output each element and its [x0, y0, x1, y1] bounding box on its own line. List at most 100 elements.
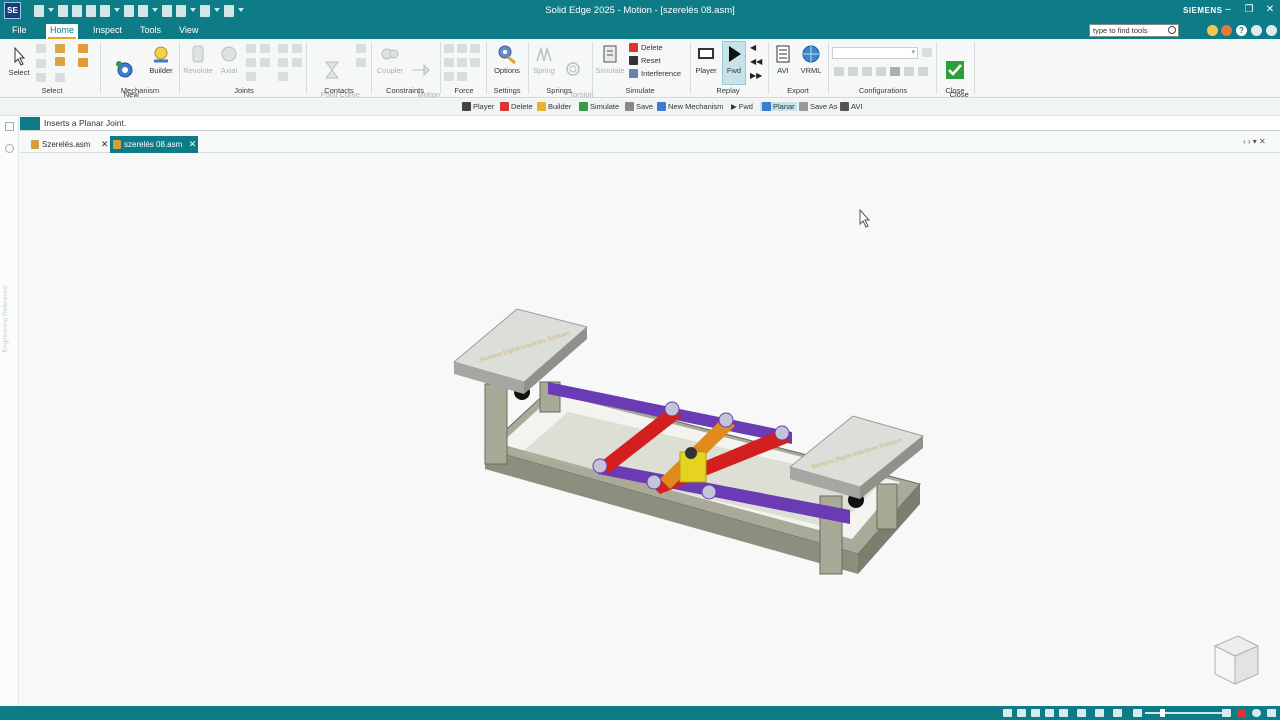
shading-icon[interactable]: [1077, 709, 1086, 717]
graphics-viewport[interactable]: Siemens Digital Industries Software Siem…: [20, 154, 1280, 706]
configuration-select[interactable]: ▾: [832, 47, 918, 59]
cmd-planar[interactable]: Planar: [760, 102, 797, 111]
interference-button[interactable]: Interference: [629, 69, 681, 78]
force-icon[interactable]: [457, 58, 467, 67]
fit-view-icon[interactable]: [1003, 709, 1012, 717]
config-action-icon[interactable]: [890, 67, 900, 76]
config-action-icon[interactable]: [904, 67, 914, 76]
display-icon[interactable]: [1095, 709, 1104, 717]
gear-icon[interactable]: [1266, 25, 1277, 36]
engineering-reference-tab[interactable]: Engineering Reference: [2, 286, 9, 353]
joint-type-icon[interactable]: [278, 72, 288, 81]
cmd-player[interactable]: Player: [462, 102, 494, 111]
joint-type-icon[interactable]: [292, 44, 302, 53]
search-input[interactable]: type to find tools: [1089, 24, 1179, 37]
view-orient-icon[interactable]: [1059, 709, 1068, 717]
fast-forward-icon[interactable]: ▶▶: [750, 71, 762, 80]
help-icon[interactable]: ?: [1236, 25, 1247, 36]
menu-tools[interactable]: Tools: [140, 25, 161, 35]
cmd-builder[interactable]: Builder: [537, 102, 571, 111]
config-action-icon[interactable]: [922, 48, 932, 57]
part-icon[interactable]: [78, 58, 88, 67]
zoom-slider-track[interactable]: [1145, 712, 1225, 714]
zoom-slider-thumb[interactable]: [1160, 709, 1165, 717]
tab-close-icon[interactable]: ✕: [101, 139, 109, 150]
pan-icon[interactable]: [1031, 709, 1040, 717]
record-icon[interactable]: [1237, 709, 1246, 717]
pane-toggle-icon[interactable]: [5, 122, 14, 131]
config-action-icon[interactable]: [848, 67, 858, 76]
tab-close-icon[interactable]: ✕: [189, 139, 197, 150]
tab-szereles-08-asm[interactable]: szerelés 08.asm ✕: [110, 136, 199, 153]
smiley-sad-icon[interactable]: [1221, 25, 1232, 36]
status-icon[interactable]: [1267, 709, 1276, 717]
pathfinder-icon[interactable]: [5, 144, 14, 153]
avi-button[interactable]: AVI: [772, 43, 794, 75]
cmd-simulate[interactable]: Simulate: [579, 102, 619, 111]
step-back-icon[interactable]: ◀: [750, 43, 756, 52]
simulate-button[interactable]: Simulate: [594, 43, 626, 75]
search-icon[interactable]: [1168, 26, 1176, 34]
assembly-icon[interactable]: [78, 44, 88, 53]
force-icon[interactable]: [444, 58, 454, 67]
coupler-button[interactable]: Coupler: [373, 43, 407, 75]
axial-button[interactable]: Axial: [216, 43, 242, 75]
joint-type-icon[interactable]: [292, 58, 302, 67]
cmd-new-mechanism[interactable]: New Mechanism: [657, 102, 723, 111]
cmd-delete[interactable]: Delete: [500, 102, 533, 111]
rewind-icon[interactable]: ◀◀: [750, 57, 762, 66]
lock-icon[interactable]: [55, 57, 65, 66]
config-action-icon[interactable]: [876, 67, 886, 76]
select-option-icon[interactable]: [36, 44, 46, 53]
force-icon[interactable]: [444, 72, 454, 81]
config-action-icon[interactable]: [862, 67, 872, 76]
smiley-happy-icon[interactable]: [1207, 25, 1218, 36]
select-button[interactable]: Select: [6, 45, 32, 77]
options-button[interactable]: Options: [489, 43, 525, 75]
joint-type-icon[interactable]: [260, 58, 270, 67]
select-option-icon[interactable]: [36, 73, 46, 82]
close-window-button[interactable]: ✕: [1263, 4, 1277, 16]
joint-type-icon[interactable]: [246, 72, 256, 81]
select-option-icon[interactable]: [55, 73, 65, 82]
spring-button[interactable]: Spring: [530, 43, 558, 75]
menu-home[interactable]: Home: [46, 24, 79, 39]
zoom-icon[interactable]: [1017, 709, 1026, 717]
player-button[interactable]: Player: [692, 43, 720, 75]
joint-type-icon[interactable]: [278, 44, 288, 53]
select-option-icon[interactable]: [36, 59, 46, 68]
minimize-button[interactable]: –: [1221, 4, 1235, 16]
status-icon[interactable]: [1252, 709, 1261, 717]
force-icon[interactable]: [457, 72, 467, 81]
zoom-in-icon[interactable]: [1222, 709, 1231, 717]
zoom-out-icon[interactable]: [1133, 709, 1142, 717]
contact-type-icon[interactable]: [356, 44, 366, 53]
force-icon[interactable]: [470, 58, 480, 67]
filter-icon[interactable]: [55, 44, 65, 53]
menu-inspect[interactable]: Inspect: [93, 25, 122, 35]
builder-button[interactable]: Builder: [147, 43, 175, 75]
config-action-icon[interactable]: [918, 67, 928, 76]
joint-type-icon[interactable]: [246, 44, 256, 53]
cmd-avi[interactable]: AVI: [840, 102, 863, 111]
display-icon[interactable]: [1113, 709, 1122, 717]
fwd-button[interactable]: Fwd: [722, 43, 746, 75]
sim-reset-button[interactable]: Reset: [629, 56, 661, 65]
cmd-save-as[interactable]: Save As: [799, 102, 838, 111]
cmd-save[interactable]: Save: [625, 102, 653, 111]
joint-type-icon[interactable]: [260, 44, 270, 53]
force-icon[interactable]: [444, 44, 454, 53]
tab-szereles-asm[interactable]: Szerelés.asm ✕: [28, 136, 108, 153]
joint-type-icon[interactable]: [246, 58, 256, 67]
vrml-button[interactable]: VRML: [798, 43, 824, 75]
rotate-icon[interactable]: [1045, 709, 1054, 717]
tab-nav-arrows[interactable]: ‹ › ▾ ✕: [1243, 137, 1266, 146]
menu-file[interactable]: File: [12, 25, 27, 35]
force-icon[interactable]: [457, 44, 467, 53]
restore-button[interactable]: ❐: [1242, 4, 1256, 16]
chevron-icon[interactable]: [1251, 25, 1262, 36]
menu-view[interactable]: View: [179, 25, 198, 35]
contact-type-icon[interactable]: [356, 58, 366, 67]
cmd-fwd[interactable]: ▶ Fwd: [731, 102, 753, 111]
joint-type-icon[interactable]: [278, 58, 288, 67]
